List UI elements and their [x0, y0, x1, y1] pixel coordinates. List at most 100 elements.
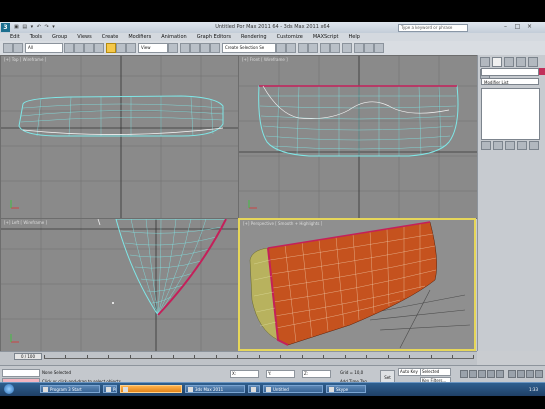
main-toolbar: All View Create Selection Se: [0, 41, 545, 56]
maximize-viewport-icon[interactable]: [535, 370, 543, 378]
reference-coordinate-dropdown[interactable]: View: [138, 43, 168, 53]
viewport-label-left[interactable]: [+] Left [ Wireframe ]: [4, 220, 47, 225]
menu-group[interactable]: Group: [52, 33, 67, 41]
track-bar[interactable]: [44, 354, 474, 359]
schematic-view-icon[interactable]: [330, 43, 340, 53]
minimize-icon[interactable]: –: [500, 23, 511, 31]
taskbar-item-4[interactable]: 3ds Max 2011: [185, 385, 245, 393]
angle-snap-icon[interactable]: [190, 43, 200, 53]
configure-sets-icon[interactable]: [529, 141, 539, 150]
render-setup-icon[interactable]: [354, 43, 364, 53]
move-icon[interactable]: [106, 43, 116, 53]
viewport-label-top[interactable]: [+] Top [ Wireframe ]: [4, 57, 46, 62]
select-by-name-icon[interactable]: [74, 43, 84, 53]
menu-rendering[interactable]: Rendering: [241, 33, 267, 41]
app-window: 3 ▣ ▤ ▾ ↶ ↷ ▾ Untitled Por Max 2011 64 -…: [0, 22, 545, 396]
previous-frame-icon[interactable]: [469, 370, 477, 378]
create-tab-icon[interactable]: [480, 57, 490, 67]
time-slider[interactable]: 0 / 100: [14, 353, 42, 360]
make-unique-icon[interactable]: [505, 141, 515, 150]
orbit-icon[interactable]: [526, 370, 534, 378]
modify-tab-icon[interactable]: [492, 57, 502, 67]
auto-key-button[interactable]: Auto Key: [398, 368, 421, 376]
material-editor-icon[interactable]: [342, 43, 352, 53]
pin-stack-icon[interactable]: [481, 141, 491, 150]
taskbar-item-7[interactable]: Skype: [326, 385, 366, 393]
taskbar-item-2[interactable]: Program 4: [103, 385, 117, 393]
taskbar-item-6[interactable]: Untitled: [263, 385, 323, 393]
snap-toggle-icon[interactable]: [180, 43, 190, 53]
viewport-label-perspective[interactable]: [+] Perspective [ Smooth + Highlights ]: [243, 221, 322, 226]
viewport-label-front[interactable]: [+] Front [ Wireframe ]: [242, 57, 288, 62]
scale-icon[interactable]: [126, 43, 136, 53]
window-crossing-icon[interactable]: [94, 43, 104, 53]
next-frame-icon[interactable]: [487, 370, 495, 378]
go-to-end-icon[interactable]: [496, 370, 504, 378]
render-production-icon[interactable]: [374, 43, 384, 53]
search-input[interactable]: Type a keyword or phrase: [398, 24, 468, 32]
menu-tools[interactable]: Tools: [30, 33, 42, 41]
menu-views[interactable]: Views: [77, 33, 91, 41]
zoom-icon[interactable]: [508, 370, 516, 378]
percent-snap-icon[interactable]: [200, 43, 210, 53]
remove-modifier-icon[interactable]: [517, 141, 527, 150]
object-color-swatch[interactable]: [539, 68, 545, 75]
mirror-icon[interactable]: [276, 43, 286, 53]
command-panel: Modifier List: [477, 55, 545, 351]
taskbar-item-5[interactable]: [248, 385, 260, 393]
close-icon[interactable]: ×: [524, 23, 535, 31]
grid-size: Grid = 10,0: [340, 370, 364, 375]
key-mode-dropdown[interactable]: Selected: [420, 368, 451, 376]
maxscript-listener-input[interactable]: [2, 369, 40, 377]
show-end-result-icon[interactable]: [493, 141, 503, 150]
viewport-perspective[interactable]: [+] Perspective [ Smooth + Highlights ]: [238, 218, 476, 351]
pivot-center-icon[interactable]: [168, 43, 178, 53]
viewport-front[interactable]: [+] Front [ Wireframe ]: [238, 55, 478, 219]
command-panel-tabs: [480, 57, 544, 79]
layer-manager-icon[interactable]: [298, 43, 308, 53]
perspective-shaded-hull: [240, 220, 474, 349]
y-coordinate-field[interactable]: Y:: [266, 370, 295, 378]
top-wireframe-boat: [1, 56, 238, 218]
select-object-icon[interactable]: [64, 43, 74, 53]
menu-animation[interactable]: Animation: [161, 33, 187, 41]
curve-editor-icon[interactable]: [320, 43, 330, 53]
menu-customize[interactable]: Customize: [277, 33, 303, 41]
spinner-snap-icon[interactable]: [210, 43, 220, 53]
menu-create[interactable]: Create: [102, 33, 119, 41]
display-tab-icon[interactable]: [528, 57, 538, 67]
maximize-icon[interactable]: □: [512, 23, 523, 31]
viewport-left[interactable]: [+] Left [ Wireframe ]: [0, 218, 239, 353]
x-coordinate-field[interactable]: X:: [230, 370, 259, 378]
start-button-icon[interactable]: [4, 384, 14, 394]
selection-filter-dropdown[interactable]: All: [25, 43, 63, 53]
modifier-stack[interactable]: [481, 88, 540, 140]
menu-modifiers[interactable]: Modifiers: [128, 33, 151, 41]
rendered-frame-icon[interactable]: [364, 43, 374, 53]
z-coordinate-field[interactable]: Z:: [302, 370, 331, 378]
taskbar-item-3[interactable]: [120, 385, 182, 393]
rectangle-selection-icon[interactable]: [84, 43, 94, 53]
menu-graph-editors[interactable]: Graph Editors: [197, 33, 231, 41]
modifier-list-dropdown[interactable]: Modifier List: [481, 78, 539, 85]
undo-icon[interactable]: [3, 43, 13, 53]
motion-tab-icon[interactable]: [516, 57, 526, 67]
redo-icon[interactable]: [13, 43, 23, 53]
hierarchy-tab-icon[interactable]: [504, 57, 514, 67]
align-icon[interactable]: [286, 43, 296, 53]
graphite-ribbon-icon[interactable]: [308, 43, 318, 53]
taskbar-item-1[interactable]: Program 3 Start: [40, 385, 100, 393]
viewport-top[interactable]: [+] Top [ Wireframe ]: [0, 55, 239, 219]
selection-status: None Selected: [42, 370, 72, 375]
play-icon[interactable]: [478, 370, 486, 378]
rotate-icon[interactable]: [116, 43, 126, 53]
menu-help[interactable]: Help: [349, 33, 360, 41]
go-to-start-icon[interactable]: [460, 370, 468, 378]
object-name-field[interactable]: [481, 68, 539, 76]
system-tray-clock[interactable]: 1:33: [468, 385, 538, 394]
menu-edit[interactable]: Edit: [10, 33, 20, 41]
menu-maxscript[interactable]: MAXScript: [313, 33, 339, 41]
pan-icon[interactable]: [517, 370, 525, 378]
os-taskbar: Program 3 Start Program 4 3ds Max 2011 U…: [0, 382, 545, 396]
named-selection-dropdown[interactable]: Create Selection Se: [222, 43, 276, 53]
